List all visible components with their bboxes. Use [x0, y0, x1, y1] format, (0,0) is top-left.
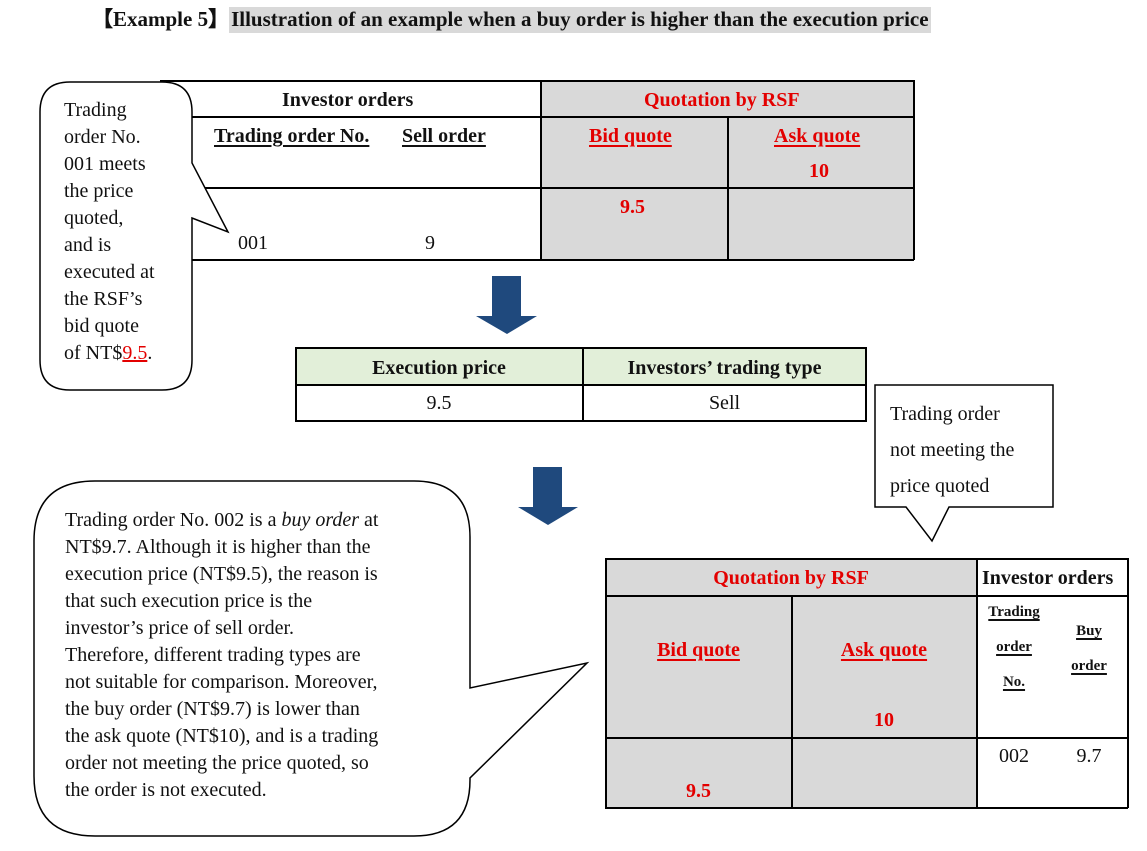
callout-3-line: the order is not executed.	[65, 779, 267, 801]
col-trading-order-no-line: No.	[1002, 674, 1026, 690]
callout-3-line: not suitable for comparison. Moreover,	[65, 671, 378, 693]
callout-1-text: Trading order No. 001 meets the price qu…	[64, 97, 194, 367]
investor-orders-header: Investor orders	[282, 89, 414, 111]
col-trading-order-no: Trading order No.	[978, 603, 1050, 691]
trading-order-no-value: 002	[999, 745, 1029, 767]
col-sell-order: Sell order	[402, 125, 486, 147]
callout-3-emphasis: buy order	[281, 509, 360, 531]
callout-1-line: of NT$9.5.	[64, 340, 194, 367]
callout-3-line: Therefore, different trading types are	[65, 644, 361, 666]
callout-3-line: order not meeting the price quoted, so	[65, 752, 369, 774]
callout-3-text: Trading order No. 002 is a buy order at …	[65, 507, 465, 804]
page-title: 【Example 5】Illustration of an example wh…	[92, 4, 931, 34]
col-trading-order-no: Trading order No.	[214, 125, 370, 147]
callout-1-line: quoted,	[64, 207, 124, 229]
table2-border-top	[605, 558, 1128, 560]
down-arrow-icon	[518, 467, 578, 525]
callout-3-fragment: at	[359, 509, 379, 531]
down-arrow-icon	[476, 276, 537, 334]
callout-1-line: executed at	[64, 261, 155, 283]
trading-type-value: Sell	[708, 392, 741, 414]
table1-border-top	[160, 80, 914, 82]
col-bid-quote: Bid quote	[657, 639, 740, 661]
col-execution-price: Execution price	[372, 357, 506, 379]
table1-divider	[192, 187, 914, 189]
callout-1-prefix: of NT$	[64, 342, 123, 364]
title-text: Illustration of an example when a buy or…	[229, 7, 931, 33]
trading-order-no-value: 001	[238, 232, 268, 254]
callout-1-line: order No.	[64, 126, 141, 148]
ask-quote-value: 10	[809, 160, 829, 182]
exec-divider	[295, 384, 867, 386]
col-ask-quote: Ask quote	[840, 639, 928, 661]
table1-divider	[192, 116, 914, 118]
col-ask-quote: Ask quote	[774, 125, 861, 147]
quotation-header: Quotation by RSF	[644, 89, 800, 111]
sell-order-value: 9	[425, 232, 435, 254]
execution-price-value: 9.5	[426, 392, 452, 414]
callout-2-text: Trading order not meeting the price quot…	[890, 396, 1014, 504]
table2-border-bottom	[605, 807, 1128, 809]
callout-3-fragment: Trading order No. 002 is a	[65, 509, 282, 531]
col-buy-order-line: order	[1071, 658, 1107, 674]
callout-1-price: 9.5	[122, 342, 148, 364]
callout-1-suffix: .	[147, 342, 153, 364]
bid-quote-value: 9.5	[686, 780, 711, 802]
buy-order-value: 9.7	[1076, 745, 1102, 767]
callout-3-line: that such execution price is the	[65, 590, 313, 612]
callout-2-line: not meeting the	[890, 439, 1015, 461]
table2-divider	[605, 737, 1128, 739]
table1-border-bottom	[192, 259, 914, 261]
callout-3-line: the ask quote (NT$10), and is a trading	[65, 725, 379, 747]
table2-divider	[791, 595, 793, 808]
callout-1-line: 001 meets	[64, 153, 146, 175]
investor-orders-header: Investor orders	[982, 567, 1114, 589]
col-trading-order-no-line: Trading	[988, 604, 1040, 620]
callout-3-line: the buy order (NT$9.7) is lower than	[65, 698, 360, 720]
title-prefix: 【Example 5】	[92, 7, 230, 31]
exec-border-bottom	[295, 420, 867, 422]
ask-quote-value: 10	[874, 709, 894, 731]
bid-quote-value: 9.5	[620, 196, 645, 218]
col-buy-order-line: Buy	[1076, 623, 1102, 639]
table1-divider	[540, 80, 542, 260]
quotation-header: Quotation by RSF	[713, 567, 869, 589]
table2-divider	[605, 595, 1128, 597]
callout-3-line: Trading order No. 002 is a buy order at	[65, 507, 465, 534]
callout-1-line: bid quote	[64, 315, 139, 337]
callout-3-line: investor’s price of sell order.	[65, 617, 295, 639]
col-trading-order-no-line: order	[996, 639, 1032, 655]
table1-border-right	[913, 80, 915, 260]
callout-2-line: Trading order	[890, 403, 1000, 425]
callout-1-line: Trading	[64, 99, 127, 121]
callout-1-line: the price	[64, 180, 134, 202]
col-buy-order: Buy order	[1053, 622, 1125, 675]
callout-3-line: NT$9.7. Although it is higher than the	[65, 536, 371, 558]
col-trading-type: Investors’ trading type	[627, 357, 822, 379]
table1-divider	[727, 116, 729, 260]
callout-1-line: and is	[64, 234, 112, 256]
callout-3-line: execution price (NT$9.5), the reason is	[65, 563, 378, 585]
col-bid-quote: Bid quote	[589, 125, 672, 147]
callout-1-line: the RSF’s	[64, 288, 143, 310]
table2-border-left	[605, 558, 607, 808]
callout-2-line: price quoted	[890, 475, 990, 497]
table2-border-right	[1127, 558, 1129, 808]
exec-border-top	[295, 347, 867, 349]
